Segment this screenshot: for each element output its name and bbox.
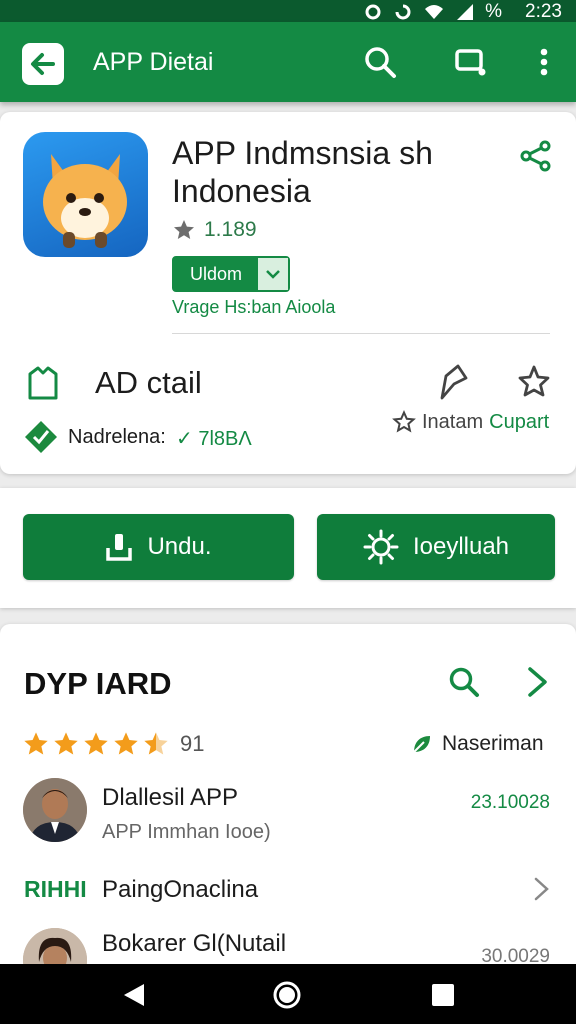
rating-value: 1.189 (204, 218, 257, 241)
download-icon (106, 534, 133, 561)
status-bar: % 2:23 (0, 0, 576, 22)
gem-icon (25, 421, 57, 453)
star-full-icon (54, 732, 78, 755)
wishlist-button[interactable]: Inatam Cupart (392, 410, 549, 434)
app-rating: 1.189 (172, 218, 257, 242)
chevron-down-icon (258, 258, 288, 290)
divider (172, 333, 550, 334)
developer-name[interactable]: Vrage Hs:ban Aioola (172, 297, 335, 318)
review-subtitle: APP Immhan Iooe) (102, 821, 271, 843)
home-circle-icon[interactable] (272, 980, 302, 1010)
version-dropdown[interactable]: Uldom (172, 256, 290, 292)
favorite-star-icon[interactable] (516, 362, 552, 402)
wishlist-label: Inatam (422, 410, 484, 433)
badge-label: Uldom (174, 258, 258, 290)
bookmark-icon (28, 366, 58, 400)
star-full-icon (114, 732, 138, 755)
app-title: APP Indmsnsia sh Indonesia (172, 135, 433, 209)
section-title: DYP IARD (24, 666, 172, 701)
system-nav-bar (0, 964, 576, 1024)
reviewer-photo (23, 778, 87, 842)
share-icon[interactable] (518, 138, 554, 174)
back-button[interactable] (22, 43, 64, 85)
clock: 2:23 (525, 1, 562, 22)
reviewer-name: Dlallesil APP (102, 784, 239, 811)
review-count: 91 (180, 731, 205, 756)
review-search-icon[interactable] (446, 664, 482, 700)
secondary-label: Ioeylluah (412, 533, 510, 560)
star-outline-icon (392, 410, 416, 433)
star-icon (174, 220, 194, 239)
meta-value: ✓ 7l8BΛ (176, 428, 252, 450)
status-icons: % (363, 1, 502, 23)
reviewer-name: Bokarer Gl(Nutail (102, 930, 287, 957)
back-arrow-icon (31, 53, 55, 75)
app-bar: APP Dietai (0, 22, 576, 102)
chevron-right-icon[interactable] (520, 664, 556, 700)
download-button[interactable]: Undu. (23, 514, 294, 580)
star-half-icon (144, 732, 168, 755)
download-label: Undu. (147, 533, 212, 560)
wifi-icon (425, 5, 444, 19)
battery-indicator: % (485, 1, 502, 22)
review-date: 23.10028 (470, 792, 550, 813)
category-tag: RIHHI (24, 876, 87, 902)
detail-title: AD ctail (95, 365, 202, 400)
actions-card: Undu. Ioeylluah (0, 488, 576, 608)
secondary-action-button[interactable]: Ioeylluah (317, 514, 555, 580)
leaf-icon (413, 736, 430, 753)
recents-square-icon[interactable] (428, 980, 458, 1010)
avatar[interactable] (23, 778, 87, 842)
page-title: APP Dietai (93, 48, 214, 76)
app-header-card: APP Indmsnsia sh Indonesia 1.189 Uldom V… (0, 112, 576, 474)
star-full-icon (84, 732, 108, 755)
fox-mascot-icon (43, 154, 127, 248)
category-label[interactable]: PaingOnaclina (102, 876, 258, 904)
search-icon[interactable] (362, 44, 398, 80)
sync-icon (395, 4, 411, 20)
signal-icon (457, 4, 474, 20)
version-tag-label: Naseriman (442, 732, 544, 755)
star-full-icon (24, 732, 48, 755)
sun-icon (363, 529, 399, 565)
back-triangle-icon[interactable] (120, 980, 150, 1010)
version-tag: Naseriman (410, 732, 544, 756)
star-rating: 91 (22, 730, 204, 758)
cast-icon[interactable] (452, 44, 488, 80)
more-vert-icon[interactable] (526, 44, 562, 80)
pin-icon[interactable] (436, 362, 472, 402)
chevron-right-icon[interactable] (530, 874, 554, 904)
wishlist-value: Cupart (489, 410, 550, 433)
settings-icon (365, 4, 381, 20)
app-icon[interactable] (23, 132, 148, 257)
meta-label: Nadrelena: (68, 426, 166, 448)
